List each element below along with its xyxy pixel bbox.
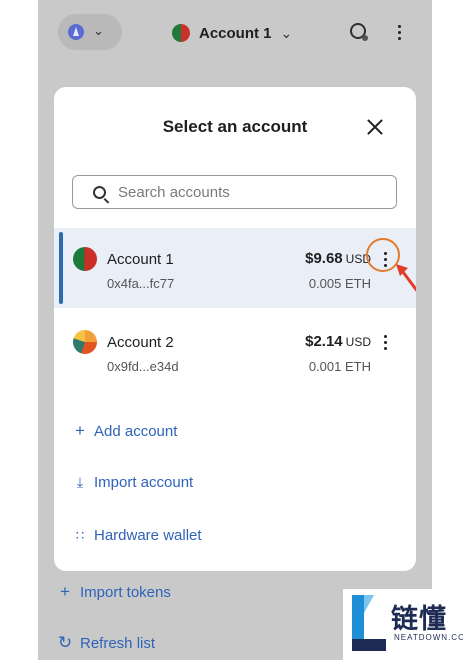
account-balance: $9.68 USD: [305, 250, 371, 267]
account-selector[interactable]: Account 1 ⌄: [172, 20, 292, 46]
import-icon: ⤓: [76, 474, 84, 490]
account-name: Account 1: [107, 251, 174, 268]
kebab-menu-icon[interactable]: [397, 25, 401, 41]
account-balance: $2.14 USD: [305, 333, 371, 350]
hardware-icon: ∷: [75, 527, 85, 543]
selected-indicator: [59, 232, 63, 304]
chevron-down-icon: ⌄: [280, 24, 293, 41]
search-box[interactable]: [72, 175, 397, 209]
avatar: [73, 330, 97, 354]
import-tokens-link[interactable]: + Import tokens: [56, 582, 171, 602]
ethereum-icon: [68, 24, 84, 40]
search-icon: [93, 185, 106, 199]
avatar: [172, 24, 190, 42]
account-eth-balance: 0.005 ETH: [308, 276, 371, 291]
account-select-modal: Select an account Account 1 0x4fa...fc77…: [54, 87, 416, 571]
plus-icon: +: [75, 421, 85, 440]
import-tokens-label: Import tokens: [80, 583, 171, 601]
account-row[interactable]: Account 1 0x4fa...fc77 $9.68 USD 0.005 ET…: [54, 228, 416, 308]
add-account-label: Add account: [94, 422, 178, 440]
import-account-label: Import account: [94, 474, 194, 491]
search-input[interactable]: [116, 182, 360, 202]
account-name: Account 2: [107, 334, 174, 351]
plus-icon: +: [60, 582, 70, 601]
add-account-button[interactable]: + Add account: [72, 421, 177, 441]
account-row[interactable]: Account 2 0x9fd...e34d $2.14 USD 0.001 ET…: [54, 311, 416, 391]
hardware-wallet-button[interactable]: ∷ Hardware wallet: [72, 527, 202, 544]
annotation-arrow: [396, 264, 416, 292]
account-address: 0x9fd...e34d: [107, 359, 179, 374]
refresh-list-link[interactable]: ↻ Refresh list: [56, 633, 155, 653]
account-name: Account 1: [199, 24, 272, 42]
refresh-icon: ↻: [57, 633, 73, 652]
watermark-brand: 链懂: [391, 604, 447, 634]
modal-title: Select an account: [162, 117, 308, 136]
network-selector[interactable]: ⌄: [58, 14, 122, 50]
watermark-url: NEATDOWN.COM: [394, 633, 463, 642]
watermark: 链懂 NEATDOWN.COM: [343, 589, 463, 660]
import-account-button[interactable]: ⤓ Import account: [72, 474, 193, 491]
close-icon[interactable]: [365, 117, 385, 137]
kebab-menu-icon[interactable]: [383, 335, 387, 351]
account-address: 0x4fa...fc77: [107, 276, 175, 291]
avatar: [73, 247, 97, 271]
hardware-wallet-label: Hardware wallet: [94, 527, 202, 544]
globe-icon[interactable]: [350, 23, 368, 41]
chevron-down-icon: ⌄: [93, 23, 104, 38]
refresh-list-label: Refresh list: [80, 634, 156, 652]
watermark-logo: [352, 595, 386, 651]
account-eth-balance: 0.001 ETH: [308, 359, 371, 374]
